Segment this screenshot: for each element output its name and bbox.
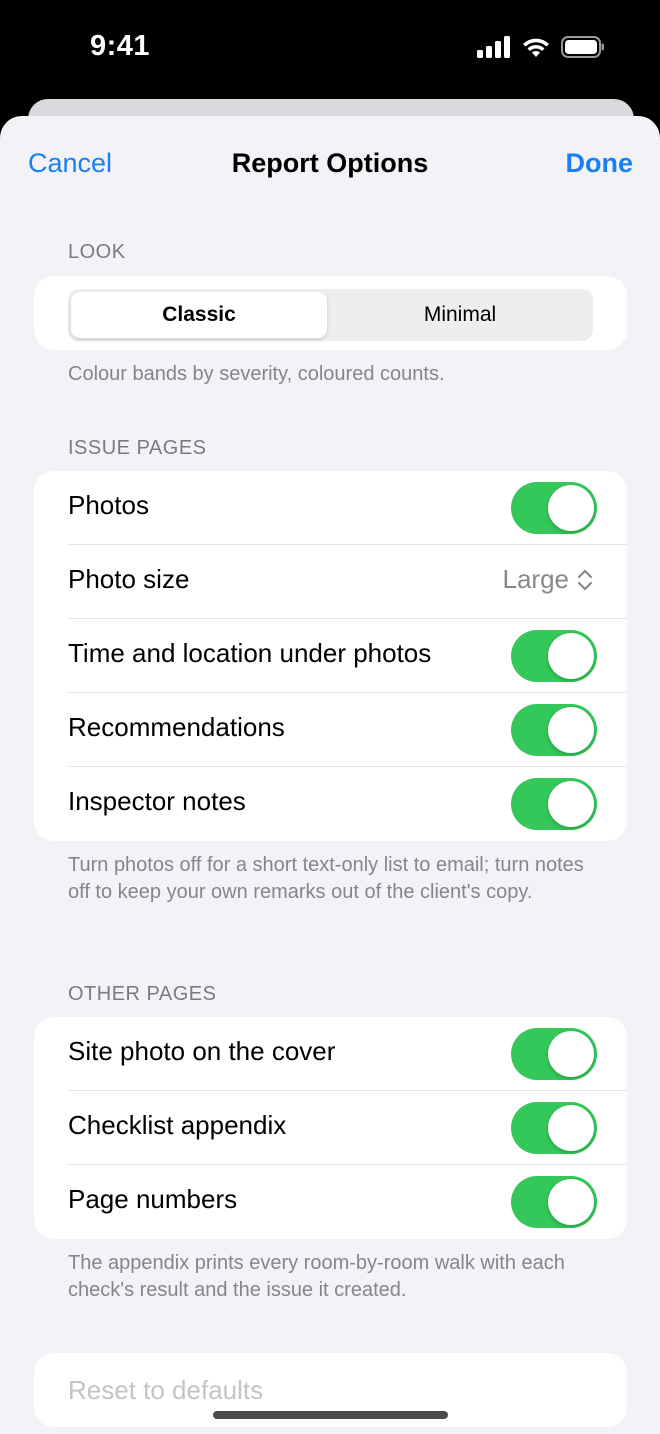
report-options-sheet: Cancel Report Options Done LOOK Classic … [0, 116, 660, 1434]
segment-minimal[interactable]: Minimal [332, 292, 588, 338]
issue-pages-footer: Turn photos off for a short text-only li… [68, 854, 584, 903]
other-pages-group: Site photo on the cover Checklist append… [34, 1017, 627, 1239]
row-time-location: Time and location under photos [34, 619, 627, 693]
toggle-knob [548, 707, 594, 753]
wifi-icon [523, 38, 549, 57]
look-segmented-control: Classic Minimal [68, 289, 593, 341]
navigation-bar: Cancel Report Options Done [0, 116, 660, 212]
chevron-up-down-icon [577, 569, 593, 590]
segment-classic[interactable]: Classic [71, 292, 327, 338]
home-indicator [213, 1411, 448, 1419]
page-title: Report Options [231, 148, 429, 178]
inspector-notes-toggle[interactable] [511, 778, 597, 830]
issue-pages-group: Photos Photo size Large Time and locatio… [34, 471, 627, 841]
page-numbers-toggle[interactable] [511, 1176, 597, 1228]
row-photo-size[interactable]: Photo size Large [34, 545, 627, 619]
status-bar: 9:41 [0, 0, 660, 100]
row-label: Photos [68, 490, 149, 520]
row-checklist-appendix: Checklist appendix [34, 1091, 627, 1165]
look-footer: Colour bands by severity, coloured count… [68, 363, 445, 385]
photo-size-popup[interactable]: Large [503, 564, 594, 595]
look-group: Classic Minimal [34, 276, 627, 350]
battery-icon [561, 36, 604, 58]
toggle-knob [548, 1179, 594, 1225]
row-label: Recommendations [68, 712, 285, 742]
row-label: Inspector notes [68, 786, 246, 816]
row-site-photo-cover: Site photo on the cover [34, 1017, 627, 1091]
cellular-signal-icon [477, 36, 510, 58]
row-photos: Photos [34, 471, 627, 545]
toggle-knob [548, 1105, 594, 1151]
time-location-toggle[interactable] [511, 630, 597, 682]
recommendations-toggle[interactable] [511, 704, 597, 756]
other-pages-footer: The appendix prints every room-by-room w… [68, 1252, 565, 1301]
site-photo-cover-toggle[interactable] [511, 1028, 597, 1080]
status-time: 9:41 [90, 30, 151, 62]
checklist-appendix-toggle[interactable] [511, 1102, 597, 1154]
toggle-knob [548, 781, 594, 827]
status-icons [477, 36, 605, 58]
row-inspector-notes: Inspector notes [34, 767, 627, 841]
row-label: Checklist appendix [68, 1110, 287, 1140]
row-label: Photo size [68, 564, 190, 594]
toggle-knob [548, 485, 594, 531]
photo-size-value: Large [502, 564, 570, 594]
row-label: Time and location under photos [68, 638, 432, 668]
photos-toggle[interactable] [511, 482, 597, 534]
row-recommendations: Recommendations [34, 693, 627, 767]
section-header-other-pages: OTHER PAGES [68, 983, 217, 1005]
row-page-numbers: Page numbers [34, 1165, 627, 1239]
section-header-issue-pages: ISSUE PAGES [68, 437, 207, 459]
done-button[interactable]: Done [566, 148, 634, 179]
toggle-knob [548, 633, 594, 679]
row-label: Site photo on the cover [68, 1036, 336, 1066]
toggle-knob [548, 1031, 594, 1077]
reset-to-defaults-button[interactable]: Reset to defaults [68, 1375, 263, 1406]
row-label: Page numbers [68, 1184, 238, 1214]
section-header-look: LOOK [68, 241, 126, 263]
